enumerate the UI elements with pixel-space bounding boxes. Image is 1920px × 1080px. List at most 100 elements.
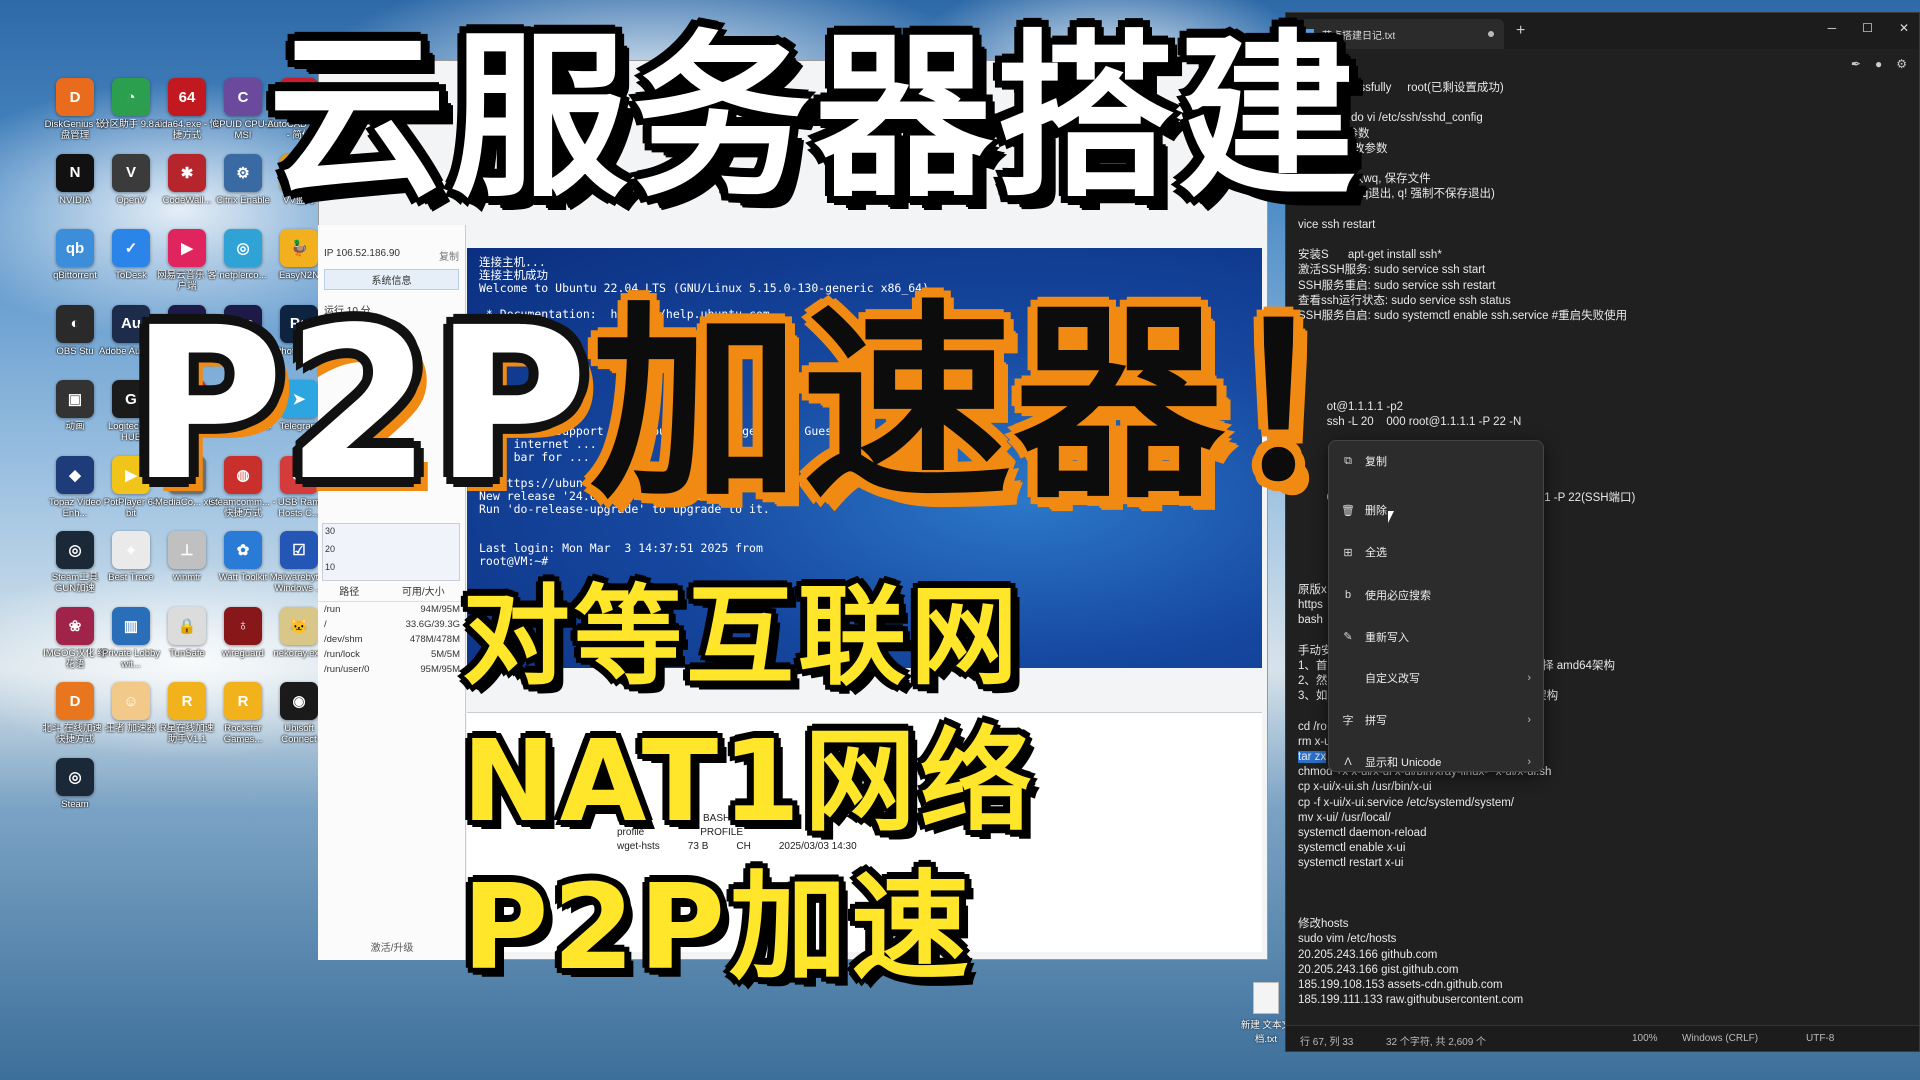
chevron-right-icon: › <box>1527 671 1531 684</box>
app-icon: D <box>56 78 94 116</box>
disk-size: 95M/95M <box>420 664 460 675</box>
app-icon: ◎ <box>224 229 262 267</box>
notepad-line: systemctl restart x-ui <box>1298 857 1404 870</box>
notepad-statusbar: 行 67, 列 33 32 个字符, 共 2,609 个 100% Window… <box>1286 1025 1919 1051</box>
app-icon: ▥ <box>112 606 150 645</box>
graph-tick: 10 <box>325 562 336 572</box>
disk-row: / 33.6G/39.3G <box>318 617 466 632</box>
app-icon: qb <box>56 229 94 267</box>
disk-size: 5M/5M <box>430 649 460 660</box>
disk-path: /run/user/0 <box>324 664 370 675</box>
notepad-line <box>1298 157 1910 172</box>
terminal-line: 连接主机... <box>479 255 546 269</box>
app-icon: R <box>224 682 262 720</box>
server-ip: IP 106.52.186.90 <box>324 248 400 259</box>
desktop-file-label: 新建 文本文档.txt <box>1240 1020 1292 1045</box>
menu-item-label: 显示和 Unicode <box>1365 757 1442 770</box>
notepad-line: on yes 修改参数 <box>1298 142 1388 155</box>
menu-item-label: 自定义改写 <box>1365 672 1420 685</box>
app-icon: ✱ <box>168 153 206 192</box>
overlay-subtitle-3: P2P加速 <box>462 858 974 996</box>
desktop-icon[interactable]: ◎ Steam <box>42 757 108 832</box>
context-menu-item[interactable]: b 使用必应搜索 <box>1329 580 1543 610</box>
context-menu-item[interactable]: Λ 显示和 Unicode › <box>1329 747 1543 777</box>
notepad-line: vice ssh restart <box>1298 218 1376 231</box>
notepad-line: 安装S apt-get install ssh* <box>1298 249 1442 262</box>
app-icon: ✿ <box>224 531 262 569</box>
notepad-line: 20.205.243.166 github.com <box>1298 948 1438 961</box>
copilot-icon[interactable]: ✒ <box>1851 57 1861 71</box>
title-p2p: P2P <box>130 282 590 527</box>
selected-text: tar zx <box>1298 750 1327 763</box>
notepad-menubar: ✒ ● ⚙ <box>1286 49 1919 79</box>
notepad-line: cp x-ui/x-ui.sh /usr/bin/x-ui <box>1298 781 1432 794</box>
status-eol: Windows (CRLF) <box>1682 1033 1759 1044</box>
app-icon: ◎ <box>56 531 94 569</box>
status-encoding: UTF-8 <box>1806 1033 1835 1044</box>
unsaved-dot-icon <box>1488 31 1494 37</box>
app-icon: C <box>224 78 262 116</box>
disk-size: 33.6G/39.3G <box>405 619 460 630</box>
notepad-line <box>1298 233 1910 248</box>
activate-upgrade-link[interactable]: 激活/升级 <box>318 939 466 954</box>
app-icon: ⊥ <box>168 531 206 569</box>
settings-gear-icon[interactable]: ⚙ <box>1896 57 1907 71</box>
disk-row: /run 94M/95M <box>318 602 466 617</box>
notepad-line: cp -f x-ui/x-ui.service /etc/systemd/sys… <box>1298 796 1514 809</box>
copy-ip-button[interactable]: 复制 <box>439 248 459 263</box>
app-icon: R <box>168 682 206 720</box>
app-icon: 64 <box>168 78 206 116</box>
menu-item-label: 全选 <box>1365 547 1387 560</box>
menu-item-icon: ⊞ <box>1343 546 1353 559</box>
app-icon: ◆ <box>56 455 94 494</box>
overlay-subtitle-2: NAT1网络 <box>462 717 1037 847</box>
terminal-line: root@VM:~# <box>479 554 549 568</box>
minimize-icon[interactable]: ─ <box>1828 21 1837 35</box>
app-icon: ✓ <box>112 229 150 267</box>
notepad-titlebar: 节点搭建日记.txt + ─ ☐ ✕ <box>1286 13 1919 49</box>
app-icon: ☑ <box>280 531 318 569</box>
graph-tick: 30 <box>325 526 336 536</box>
app-icon: 🔒 <box>168 606 206 645</box>
notepad-line <box>1298 203 1910 218</box>
notepad-line: 制保存退出, q退出, q! 强制不保存退出) <box>1298 188 1495 201</box>
disk-path: /run/lock <box>324 649 360 660</box>
app-icon: ☺ <box>112 682 150 720</box>
title-accelerator: 加速器 <box>589 282 1226 527</box>
app-icon: ⌖ <box>112 531 150 569</box>
network-graph: 30 20 10 <box>322 523 460 581</box>
notepad-line: sudo vim /etc/hosts <box>1298 933 1397 946</box>
menu-item-label: 重新写入 <box>1365 631 1409 644</box>
context-menu-item[interactable]: ✎ 重新写入 <box>1329 622 1543 652</box>
notepad-line: 修改hosts <box>1298 918 1349 931</box>
disk-row: /run/lock 5M/5M <box>318 647 466 662</box>
account-icon[interactable]: ● <box>1875 57 1882 71</box>
status-position: 行 67, 列 33 <box>1300 1037 1354 1048</box>
chevron-right-icon: › <box>1527 756 1531 769</box>
notepad-line <box>1298 872 1910 887</box>
app-icon: 🐱 <box>280 606 318 645</box>
menu-item-icon: ✎ <box>1343 631 1353 644</box>
disk-col-size: 可用/大小 <box>401 587 445 598</box>
app-icon: ▣ <box>56 380 94 418</box>
new-tab-plus-icon[interactable]: + <box>1516 22 1525 40</box>
close-icon[interactable]: ✕ <box>1899 21 1909 35</box>
notepad-line <box>1298 96 1910 111</box>
terminal-line: Last login: Mon Mar 3 14:37:51 2025 from <box>479 541 763 555</box>
notepad-line: 激活SSH服务: sudo service ssh start <box>1298 264 1486 277</box>
disk-row: /run/user/0 95M/95M <box>318 662 466 677</box>
notepad-line: 修改参数 <box>1298 127 1370 140</box>
notepad-line <box>1298 887 1910 902</box>
context-menu-item[interactable]: 字拼写 › <box>1329 705 1543 735</box>
app-icon: D <box>56 682 94 720</box>
notepad-line: 185.199.108.153 assets-cdn.github.com <box>1298 978 1503 991</box>
context-menu-item[interactable]: 自定义改写 › <box>1329 663 1543 693</box>
disk-path: / <box>324 619 327 630</box>
app-icon: ◔ <box>112 78 150 116</box>
app-icon: ◉ <box>280 682 318 720</box>
maximize-icon[interactable]: ☐ <box>1862 21 1873 35</box>
menu-item-icon: Λ <box>1344 756 1352 769</box>
overlay-title-line1: 云服务器搭建 <box>268 14 1360 221</box>
context-menu-item[interactable]: ⊞ 全选 <box>1329 537 1543 567</box>
app-icon: ◐ <box>56 304 94 343</box>
